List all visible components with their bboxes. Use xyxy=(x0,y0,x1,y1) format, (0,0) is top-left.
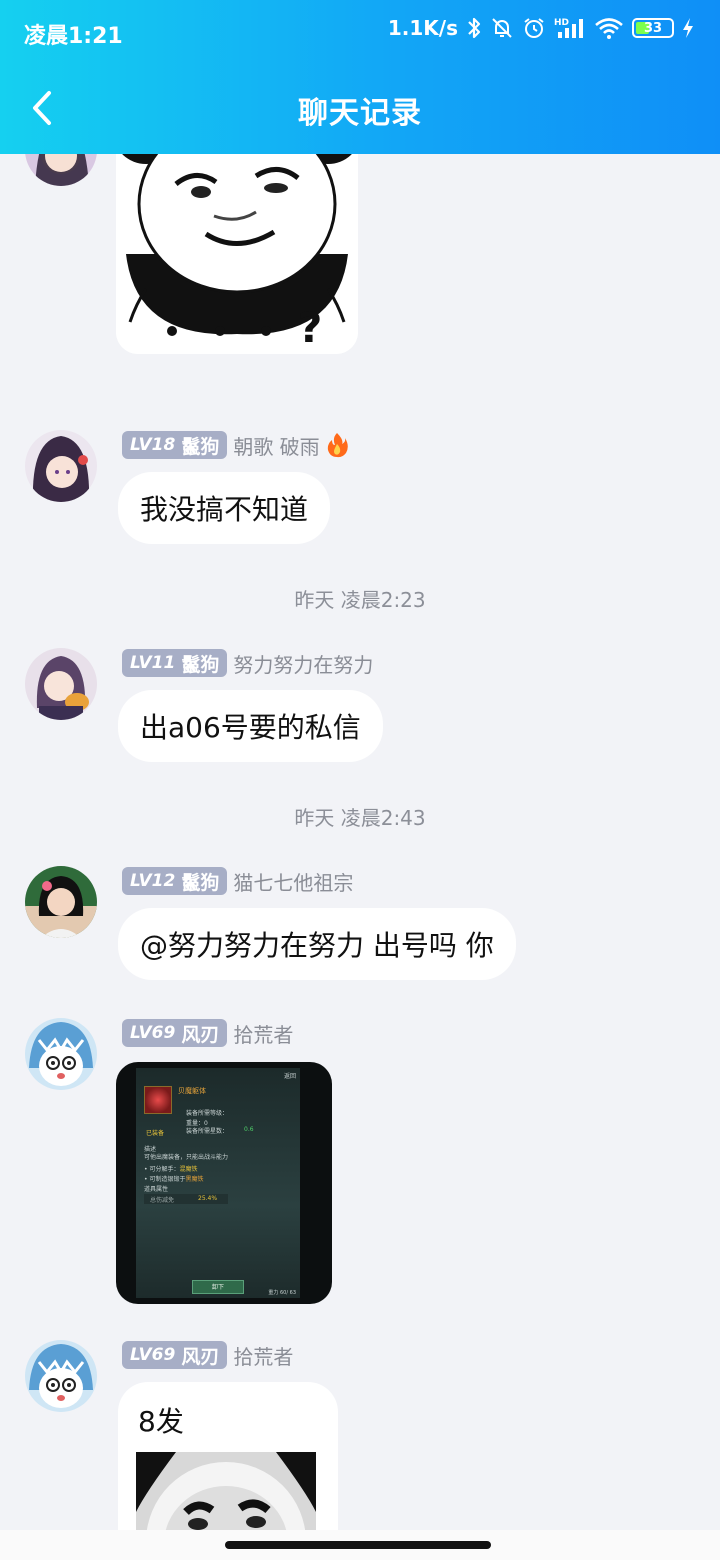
badge-title: 风刃 xyxy=(181,1023,220,1046)
bluetooth-icon xyxy=(468,17,481,39)
app-header: 凌晨1:21 1.1K/s HD 33 聊天记录 xyxy=(0,0,720,154)
status-time: 凌晨1:21 xyxy=(24,24,123,49)
shot-attr-value: 25.4% xyxy=(198,1195,218,1202)
svg-text:HD: HD xyxy=(554,18,569,28)
mute-bell-icon xyxy=(492,18,512,38)
message-text: 8发 xyxy=(138,1405,184,1438)
message-text: 我没搞不知道 xyxy=(140,493,309,526)
badge-title: 鬣狗 xyxy=(181,435,220,458)
fire-icon xyxy=(327,433,348,458)
shot-bullet: • 可制造银锻于黑魔铁 xyxy=(144,1174,203,1183)
status-icons: 1.1K/s HD 33 xyxy=(388,16,694,40)
sticker-image[interactable]: ? xyxy=(116,154,358,354)
shot-title: 贝魔躯体 xyxy=(178,1087,206,1095)
status-bar: 凌晨1:21 1.1K/s HD 33 xyxy=(0,0,720,64)
time-divider: 昨天 凌晨2:23 xyxy=(294,588,426,612)
shot-row: 装备所需星数： xyxy=(186,1128,229,1135)
avatar[interactable] xyxy=(25,430,97,502)
shot-row: 装备所需等级： xyxy=(186,1110,229,1117)
sender-nickname[interactable]: 努力努力在努力 xyxy=(233,649,373,678)
message-meta: LV69 风刃 拾荒者 xyxy=(122,1018,293,1048)
badge-title: 鬣狗 xyxy=(181,653,220,676)
message-bubble[interactable]: 出a06号要的私信 xyxy=(118,690,383,762)
level-badge: LV11 鬣狗 xyxy=(122,649,228,677)
battery-icon: 33 xyxy=(632,18,674,38)
item-icon xyxy=(144,1086,172,1114)
shot-attr-row: 总伤减免 25.4% xyxy=(144,1194,228,1204)
page-title: 聊天记录 xyxy=(298,96,422,131)
charging-icon xyxy=(683,18,693,38)
shot-close: 返回 xyxy=(283,1073,296,1080)
message-meta: LV12 鬣狗 猫七七他祖宗 xyxy=(122,866,353,896)
message-bubble[interactable]: @努力努力在努力 出号吗 你 xyxy=(118,908,516,980)
shot-bullet-label: • 可分解手： xyxy=(144,1166,180,1173)
shot-bullet-value: 混魔铁 xyxy=(179,1166,198,1173)
avatar[interactable] xyxy=(25,1340,97,1412)
shot-equipped: 已装备 xyxy=(146,1130,165,1137)
badge-level: LV12 xyxy=(130,871,176,891)
level-badge: LV69 风刃 xyxy=(122,1341,228,1369)
sender-nickname[interactable]: 拾荒者 xyxy=(233,1341,293,1370)
avatar[interactable] xyxy=(25,648,97,720)
shot-attr-name: 总伤减免 xyxy=(150,1197,175,1204)
avatar[interactable] xyxy=(25,154,97,186)
shot-desc: 可他出魔装备，只能出战斗能力 xyxy=(144,1154,229,1161)
sender-nickname[interactable]: 猫七七他祖宗 xyxy=(233,867,353,896)
battery-level: 33 xyxy=(643,20,663,36)
badge-level: LV11 xyxy=(130,653,176,673)
level-badge: LV18 鬣狗 xyxy=(122,431,228,459)
badge-level: LV69 xyxy=(130,1345,176,1365)
message-meta: LV18 鬣狗 朝歌 破雨 xyxy=(122,430,348,460)
avatar[interactable] xyxy=(25,866,97,938)
hd-signal-icon: HD xyxy=(554,18,583,38)
home-indicator[interactable] xyxy=(225,1541,491,1549)
shot-footer: 重力 60/ 63 xyxy=(268,1290,296,1296)
badge-title: 鬣狗 xyxy=(181,871,220,894)
message-bubble[interactable]: 8发 xyxy=(118,1382,338,1530)
level-badge: LV12 鬣狗 xyxy=(122,867,228,895)
badge-level: LV69 xyxy=(130,1023,176,1043)
game-screenshot-image[interactable]: 返回 贝魔躯体 装备所需等级： 重量：0 装备所需星数： 0.6 已装备 描述 … xyxy=(116,1062,332,1304)
sender-nickname[interactable]: 拾荒者 xyxy=(233,1019,293,1048)
shot-bullet-value: 黑魔铁 xyxy=(185,1176,204,1183)
avatar[interactable] xyxy=(25,1018,97,1090)
shot-bullet-label: • 可制造银锻于 xyxy=(144,1176,186,1183)
message-text: 出a06号要的私信 xyxy=(140,711,361,744)
net-speed: 1.1K/s xyxy=(387,16,458,40)
wifi-icon xyxy=(595,18,623,39)
shot-bullet: • 可分解手：混魔铁 xyxy=(144,1164,197,1173)
badge-title: 风刃 xyxy=(181,1345,220,1368)
shot-button: 卸下 xyxy=(192,1280,244,1294)
sender-nickname[interactable]: 朝歌 破雨 xyxy=(233,431,319,460)
level-badge: LV69 风刃 xyxy=(122,1019,228,1047)
time-divider: 昨天 凌晨2:43 xyxy=(294,806,426,830)
svg-text:?: ? xyxy=(298,303,322,352)
alarm-icon xyxy=(524,18,544,38)
shot-button-label: 卸下 xyxy=(211,1284,224,1291)
message-meta: LV11 鬣狗 努力努力在努力 xyxy=(122,648,373,678)
meme-face-image xyxy=(136,1452,316,1530)
shot-row-value: 0.6 xyxy=(244,1126,254,1133)
chat-history[interactable]: ? LV18 鬣狗 朝歌 破雨 我没搞不知道 昨天 凌晨2:23 LV11 鬣狗… xyxy=(0,154,720,1530)
message-bubble[interactable]: 我没搞不知道 xyxy=(118,472,331,544)
message-text: @努力努力在努力 出号吗 你 xyxy=(140,929,494,962)
shot-attr-label: 道具属性 xyxy=(144,1186,169,1193)
badge-level: LV18 xyxy=(130,435,176,455)
message-meta: LV69 风刃 拾荒者 xyxy=(122,1340,293,1370)
panda-meme-sticker: ? xyxy=(116,154,358,354)
